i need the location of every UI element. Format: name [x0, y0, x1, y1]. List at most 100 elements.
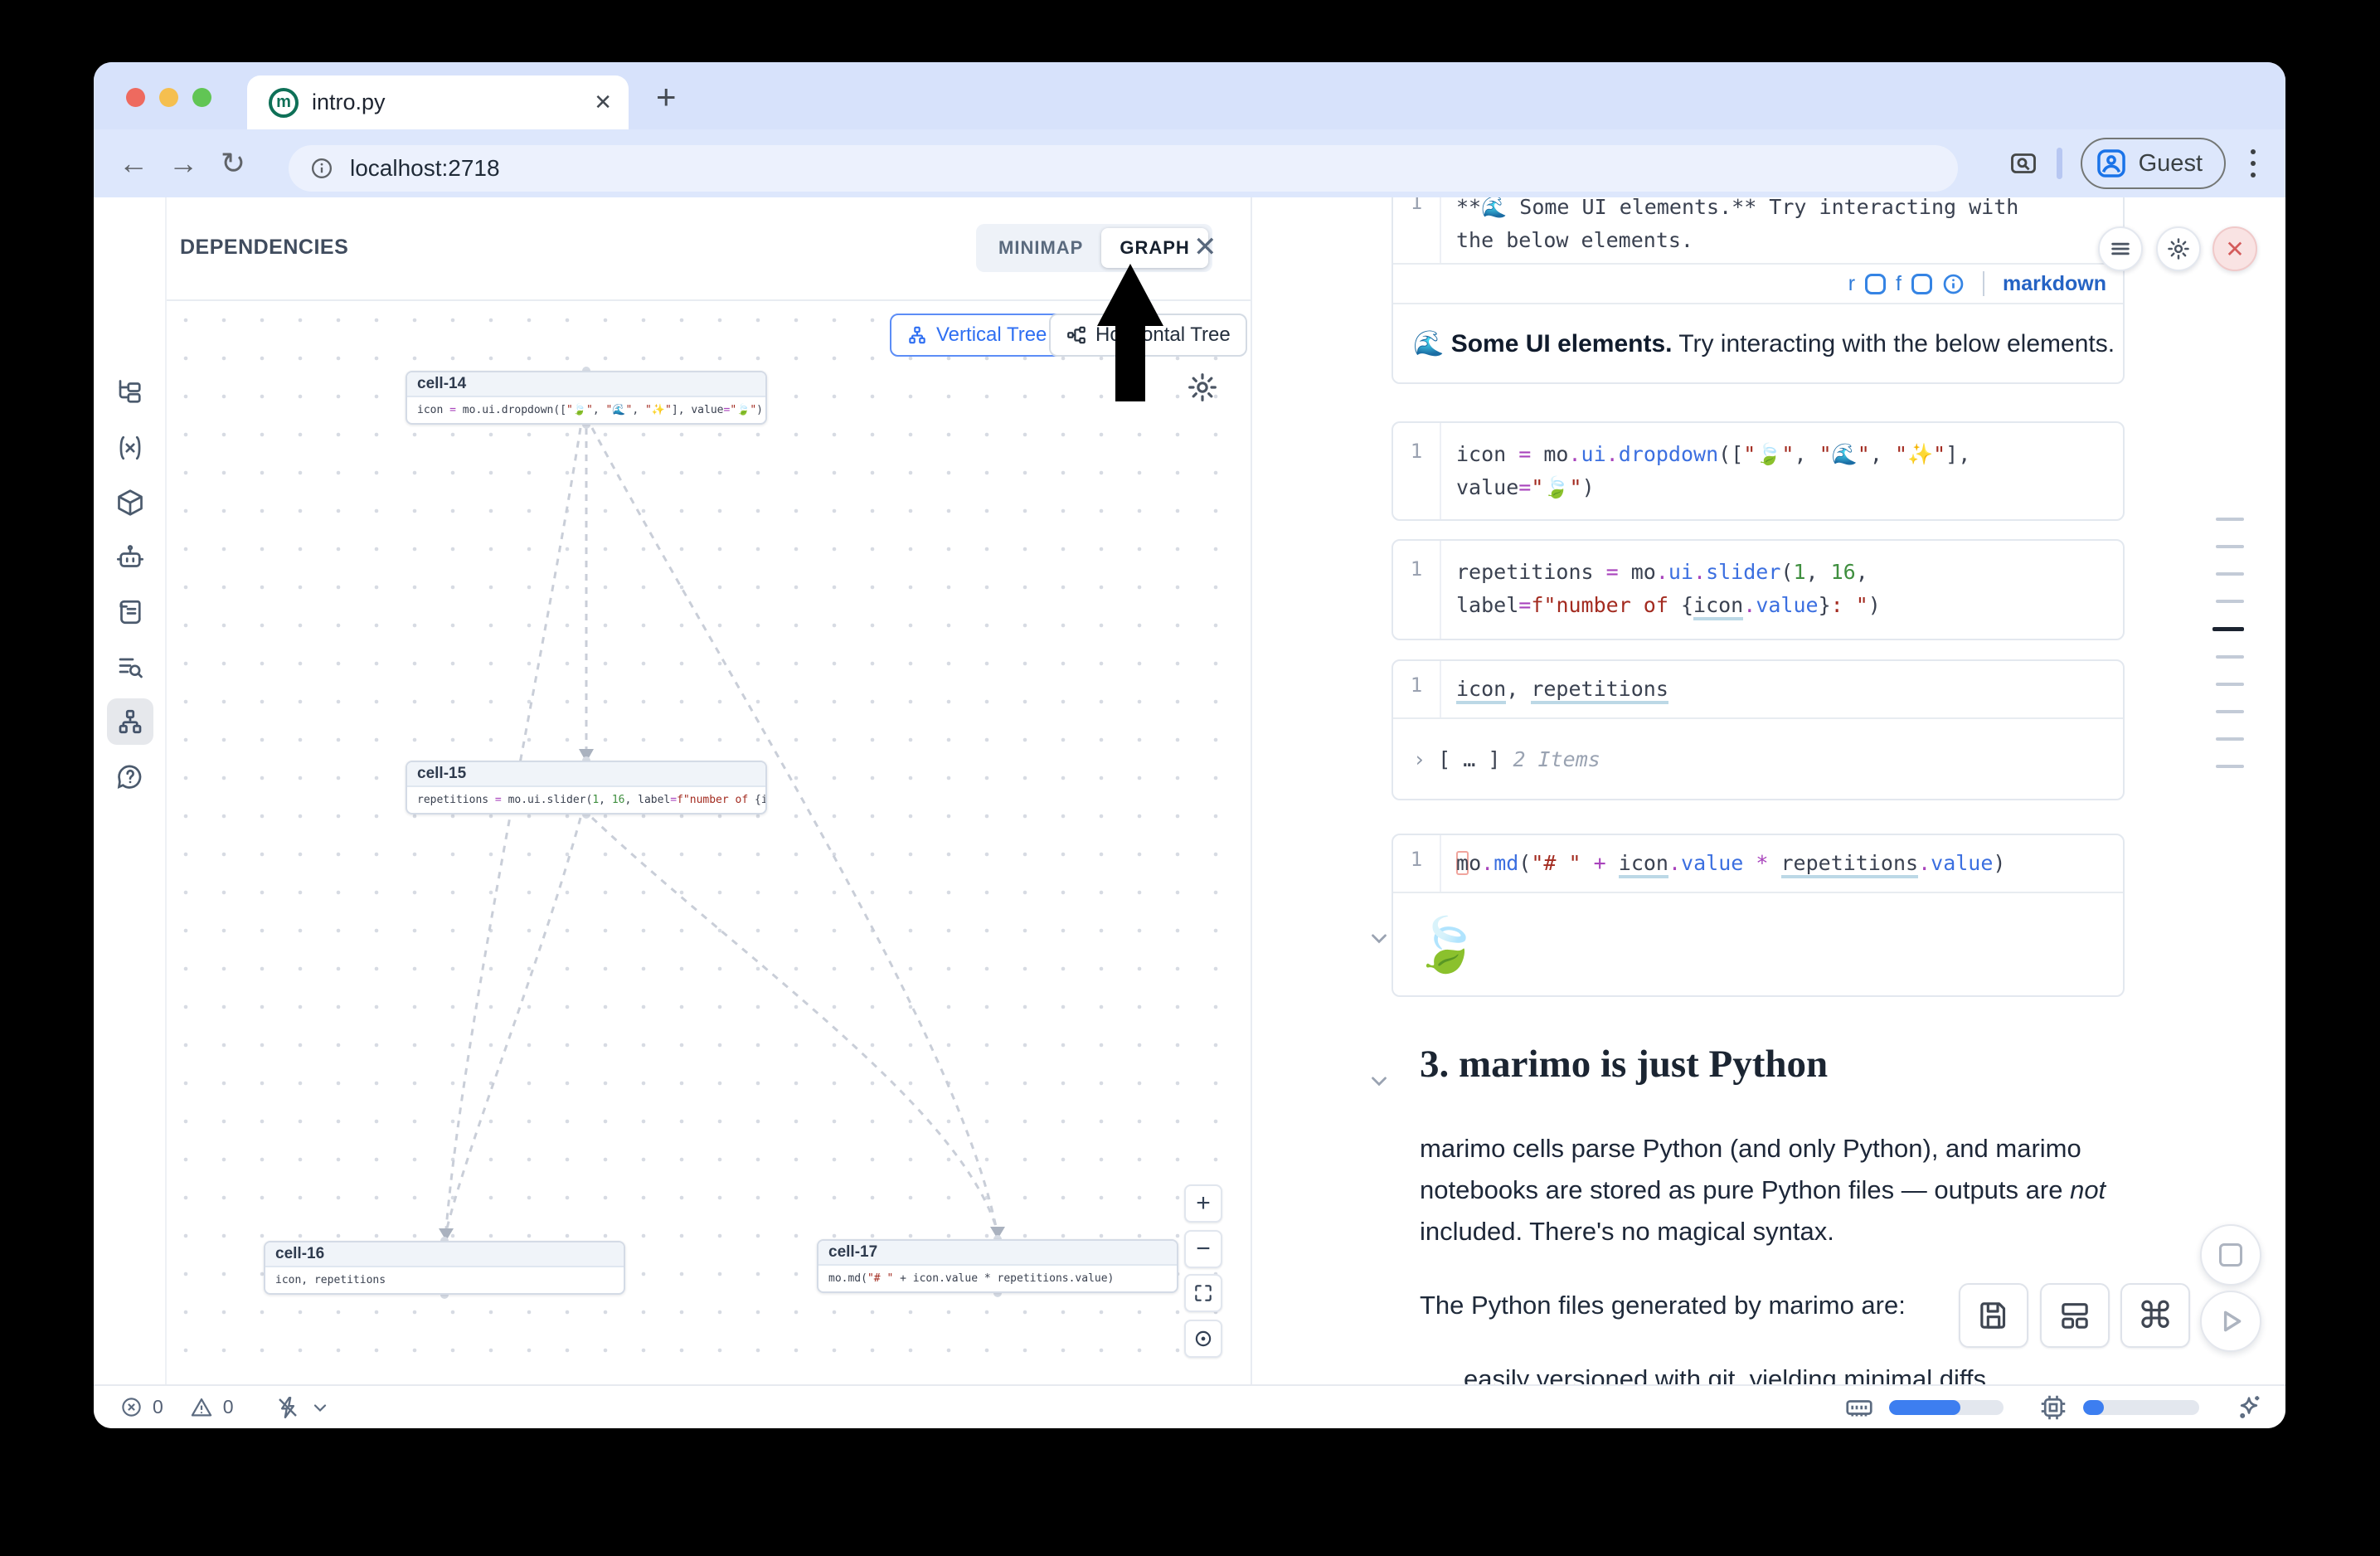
sidebar-scratchpad-icon[interactable] — [107, 644, 153, 690]
node-title: cell-15 — [407, 762, 765, 787]
cell-output: 🌊 Some UI elements. Try interacting with… — [1393, 303, 2123, 382]
notebook-menu-button[interactable] — [2098, 226, 2143, 271]
cell-output: 🍃 — [1393, 892, 2123, 995]
window-zoom-button[interactable] — [192, 88, 211, 107]
address-bar[interactable]: localhost:2718 — [289, 145, 1958, 192]
notebook-pane: 1 **🌊 Some UI elements.** Try interactin… — [1252, 197, 2285, 1384]
cell-repetitions-slider[interactable]: 1 repetitions = mo.ui.slider(1, 16, labe… — [1392, 539, 2125, 640]
zoom-out-button[interactable]: − — [1184, 1230, 1222, 1268]
info-icon[interactable] — [1942, 273, 1965, 295]
dependency-graph-canvas[interactable]: Vertical Tree Horizontal Tree cell-14 ic… — [167, 301, 1251, 1384]
sidebar-logs-icon[interactable] — [107, 589, 153, 635]
layout-toggle-button[interactable] — [2040, 1283, 2110, 1348]
section-cut-line: easily versioned with git, yielding mini… — [1464, 1364, 1986, 1384]
save-button[interactable] — [1959, 1283, 2028, 1348]
minimap-toggle-button[interactable]: MINIMAP — [980, 228, 1101, 268]
layout-icon — [2058, 1299, 2091, 1332]
cell-markdown-ui-elements[interactable]: 1 **🌊 Some UI elements.** Try interactin… — [1392, 197, 2125, 384]
cell-icon-repetitions[interactable]: 1 icon, repetitions › [ … ] 2 Items — [1392, 659, 2125, 800]
cell-md-output[interactable]: 1 mo.md("# " + icon.value * repetitions.… — [1392, 834, 2125, 997]
shutdown-button[interactable]: ✕ — [2212, 226, 2257, 271]
profile-button[interactable]: Guest — [2081, 138, 2226, 189]
browser-menu-icon[interactable] — [2244, 149, 2262, 177]
sidebar-file-tree-icon[interactable] — [107, 369, 153, 416]
minimap-cell-line[interactable] — [2216, 600, 2244, 603]
keyboard-shortcuts-button[interactable]: ⌘ — [2120, 1283, 2190, 1348]
vertical-tree-button[interactable]: Vertical Tree — [890, 314, 1063, 357]
minimap-cell-line[interactable] — [2216, 655, 2244, 659]
save-icon — [1977, 1299, 2010, 1332]
cell-icon-dropdown[interactable]: 1 icon = mo.ui.dropdown(["🍃", "🌊", "✨"],… — [1392, 421, 2125, 521]
horizontal-tree-button[interactable]: Horizontal Tree — [1049, 314, 1247, 357]
cell-minimap[interactable] — [2211, 518, 2244, 792]
panel-close-icon[interactable]: ✕ — [1193, 231, 1217, 264]
zoom-in-button[interactable]: + — [1184, 1184, 1222, 1223]
ai-sparkle-icon[interactable] — [2234, 1393, 2264, 1422]
graph-toggle-button[interactable]: GRAPH — [1101, 228, 1207, 268]
raw-string-checkbox[interactable] — [1865, 274, 1886, 294]
sidebar-help-icon[interactable] — [107, 753, 153, 800]
minimap-cell-line[interactable] — [2216, 710, 2244, 713]
node-title: cell-14 — [407, 372, 765, 397]
errors-icon[interactable] — [120, 1396, 143, 1418]
memory-icon[interactable] — [1844, 1393, 1874, 1422]
fit-view-button[interactable] — [1184, 1274, 1222, 1312]
fstring-checkbox[interactable] — [1911, 274, 1932, 294]
cell-collapse-chevron-icon[interactable] — [1367, 926, 1392, 951]
console-output-text[interactable]: › [ … ] 2 Items — [1413, 747, 1600, 771]
graph-node-cell-15[interactable]: cell-15 repetitions = mo.ui.slider(1, 16… — [406, 761, 767, 814]
minimap-cell-line[interactable] — [2216, 765, 2244, 768]
node-code: mo.md("# " + icon.value * repetitions.va… — [818, 1266, 1177, 1291]
autorun-disabled-icon[interactable] — [275, 1395, 300, 1420]
panel-title: DEPENDENCIES — [180, 236, 348, 260]
minimap-cell-line[interactable] — [2216, 683, 2244, 686]
code-line[interactable]: icon = mo.ui.dropdown(["🍃", "🌊", "✨"], — [1456, 438, 2118, 471]
section-paragraph-2: The Python files generated by marimo are… — [1420, 1291, 1906, 1320]
window-close-button[interactable] — [126, 88, 145, 107]
code-line[interactable]: the below elements. — [1456, 224, 2118, 257]
error-count: 0 — [153, 1396, 163, 1418]
tab-close-icon[interactable]: ✕ — [594, 90, 612, 115]
back-icon[interactable]: ← — [109, 146, 158, 181]
interrupt-button[interactable] — [2200, 1224, 2261, 1286]
minimap-cell-line[interactable] — [2216, 572, 2244, 576]
graph-node-cell-16[interactable]: cell-16 icon, repetitions — [264, 1241, 625, 1295]
notebook-settings-button[interactable] — [2156, 226, 2201, 271]
code-line[interactable]: **🌊 Some UI elements.** Try interacting … — [1456, 197, 2118, 224]
url-text: localhost:2718 — [350, 155, 500, 182]
sidebar-packages-icon[interactable] — [107, 479, 153, 526]
graph-settings-icon[interactable] — [1186, 371, 1219, 404]
forward-icon[interactable]: → — [158, 146, 208, 181]
window-minimize-button[interactable] — [159, 88, 178, 107]
minimap-cell-line[interactable] — [2216, 737, 2244, 741]
minimap-cell-line[interactable] — [2216, 518, 2244, 521]
sidebar-dependencies-icon[interactable] — [107, 698, 153, 745]
graph-node-cell-17[interactable]: cell-17 mo.md("# " + icon.value * repeti… — [817, 1239, 1178, 1293]
code-line[interactable]: label=f"number of {icon.value}: ") — [1456, 589, 2118, 622]
locate-node-button[interactable] — [1184, 1320, 1222, 1358]
tab-search-icon[interactable] — [2008, 148, 2038, 178]
code-line[interactable]: repetitions = mo.ui.slider(1, 16, — [1456, 556, 2118, 589]
code-line[interactable]: icon, repetitions — [1456, 673, 2118, 706]
cpu-icon[interactable] — [2038, 1393, 2068, 1422]
run-button[interactable] — [2200, 1291, 2261, 1352]
minimap-cell-line[interactable] — [2216, 545, 2244, 548]
vertical-tree-icon — [906, 324, 928, 346]
code-line[interactable]: value="🍃") — [1456, 471, 2118, 504]
new-tab-button[interactable]: + — [656, 82, 677, 112]
language-mode-label[interactable]: markdown — [2003, 272, 2106, 296]
view-toggle: MINIMAP GRAPH — [976, 224, 1212, 272]
section-collapse-chevron-icon[interactable] — [1367, 1068, 1392, 1093]
chevron-down-icon[interactable] — [310, 1398, 330, 1417]
graph-node-cell-14[interactable]: cell-14 icon = mo.ui.dropdown(["🍃", "🌊",… — [406, 371, 767, 425]
browser-tab-active[interactable]: m intro.py ✕ — [247, 75, 629, 129]
sidebar-ai-chat-icon[interactable] — [107, 534, 153, 581]
minimap-cell-line[interactable] — [2212, 627, 2244, 631]
reload-icon[interactable]: ↻ — [208, 146, 258, 181]
sidebar-variables-icon[interactable] — [107, 425, 153, 471]
cell-output[interactable]: › [ … ] 2 Items — [1393, 717, 2123, 799]
warnings-icon[interactable] — [190, 1396, 213, 1419]
code-line[interactable]: mo.md("# " + icon.value * repetitions.va… — [1456, 847, 2118, 880]
fstring-toggle-label: f — [1896, 272, 1902, 296]
site-info-icon[interactable] — [310, 157, 333, 180]
